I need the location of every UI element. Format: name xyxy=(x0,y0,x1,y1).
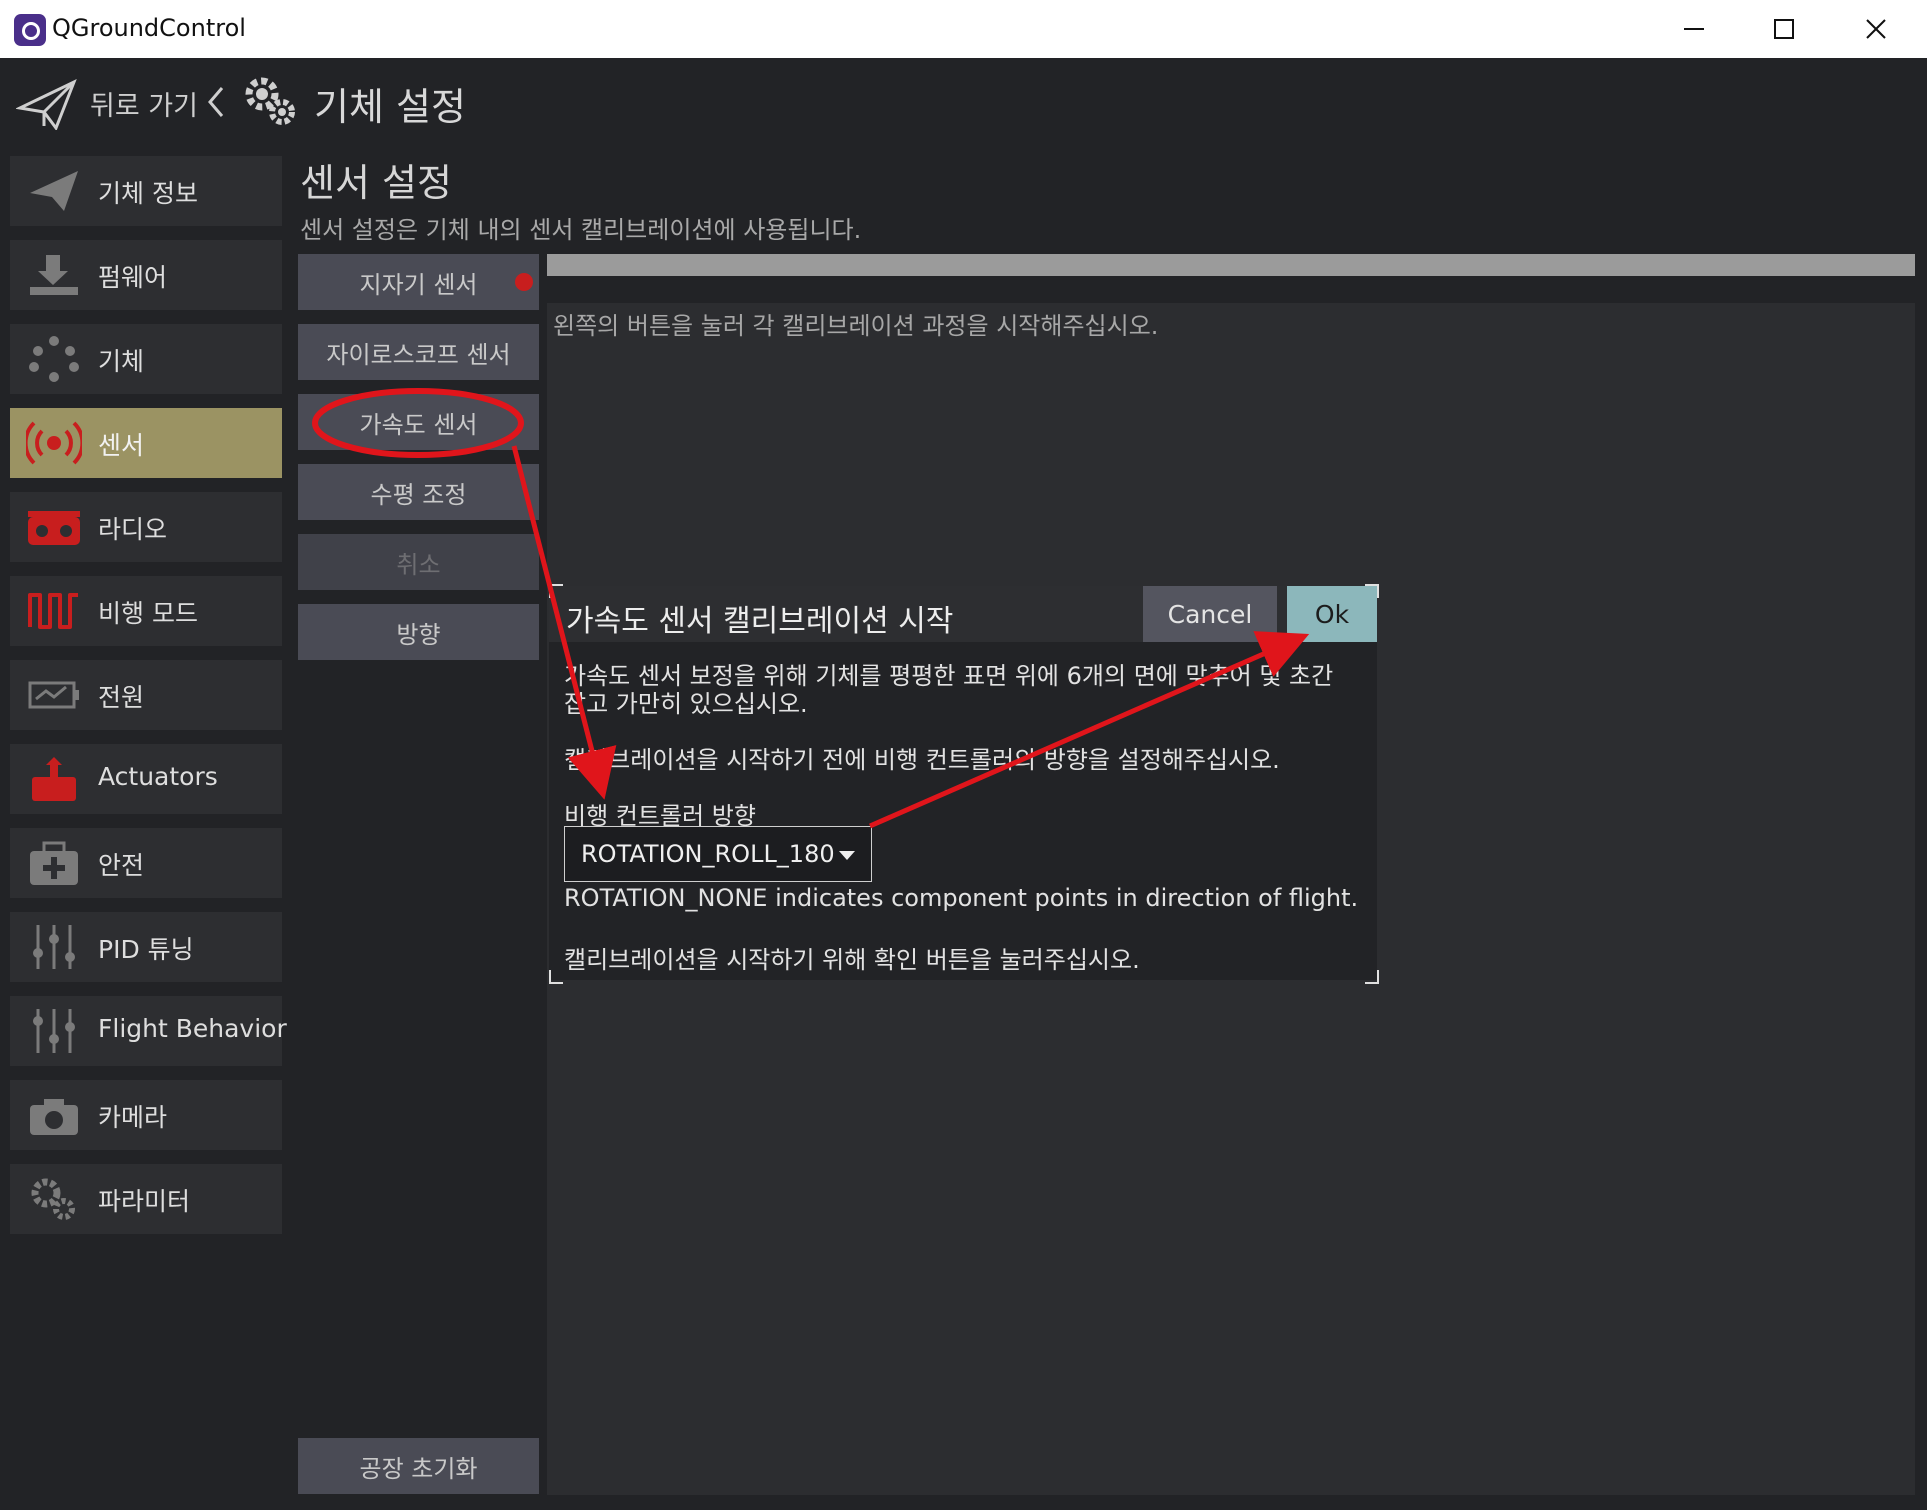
app-logo-icon xyxy=(14,14,46,46)
sidebar-item-flight-modes[interactable]: 비행 모드 xyxy=(10,576,282,646)
radio-icon xyxy=(28,511,80,545)
camera-icon xyxy=(30,1099,78,1135)
window-titlebar xyxy=(0,0,1927,59)
sidebar-item-label: 전원 xyxy=(98,683,145,712)
sidebar-item-airframe[interactable]: 기체 xyxy=(10,324,282,394)
back-label: 뒤로 가기 xyxy=(90,91,198,122)
sidebar-item-label: 비행 모드 xyxy=(98,599,198,628)
gears-icon xyxy=(245,77,295,125)
sidebar-item-label: PID 튜닝 xyxy=(98,935,194,964)
sidebar-item-label: 센서 xyxy=(98,431,145,460)
dialog-corner xyxy=(549,584,563,598)
orientation-button[interactable]: 방향 xyxy=(298,604,539,660)
button-label: 지자기 센서 xyxy=(359,270,478,299)
sidebar-item-power[interactable]: 전원 xyxy=(10,660,282,730)
compass-sensor-button[interactable]: 지자기 센서 xyxy=(298,254,539,310)
maximize-icon xyxy=(1774,19,1794,39)
dialog-ok-button[interactable]: Ok xyxy=(1287,586,1377,642)
sidebar-item-camera[interactable]: 카메라 xyxy=(10,1080,282,1150)
close-button[interactable] xyxy=(1848,6,1904,52)
sidebar-item-radio[interactable]: 라디오 xyxy=(10,492,282,562)
sidebar-item-label: Flight Behavior xyxy=(98,1014,287,1043)
orientation-select[interactable]: ROTATION_ROLL_180 xyxy=(564,826,872,882)
safety-icon xyxy=(30,841,78,885)
dialog-corner xyxy=(549,970,563,984)
dialog-corner xyxy=(1365,970,1379,984)
sidebar-item-pid-tuning[interactable]: PID 튜닝 xyxy=(10,912,282,982)
sidebar-item-safety[interactable]: 안전 xyxy=(10,828,282,898)
sidebar-item-sensors[interactable]: 센서 xyxy=(10,408,282,478)
sidebar-item-label: 기체 정보 xyxy=(98,179,198,208)
button-label: 수평 조정 xyxy=(370,480,467,509)
sidebar-item-firmware[interactable]: 펌웨어 xyxy=(10,240,282,310)
sliders-icon xyxy=(33,1009,75,1053)
button-label: 방향 xyxy=(396,620,441,649)
sidebar-item-label: 파라미터 xyxy=(98,1187,191,1216)
airframe-icon xyxy=(29,336,79,382)
orientation-value: ROTATION_ROLL_180 xyxy=(581,840,835,868)
sidebar-item-vehicle-info[interactable]: 기체 정보 xyxy=(10,156,282,226)
sidebar-item-label: 기체 xyxy=(98,347,145,376)
button-label: 취소 xyxy=(396,550,441,579)
calibration-instruction: 왼쪽의 버튼을 눌러 각 캘리브레이션 과정을 시작해주십시오. xyxy=(553,312,1159,340)
paper-plane-icon xyxy=(16,78,77,130)
factory-reset-button[interactable]: 공장 초기화 xyxy=(298,1438,539,1494)
calibration-progress-bar xyxy=(547,254,1915,276)
sidebar-item-actuators[interactable]: Actuators xyxy=(10,744,282,814)
section-title: 센서 설정 xyxy=(300,161,452,205)
download-icon xyxy=(30,255,78,295)
maximize-button[interactable] xyxy=(1756,6,1812,52)
button-label: 가속도 센서 xyxy=(359,410,478,439)
sidebar-item-label: 펌웨어 xyxy=(98,263,168,292)
gyroscope-sensor-button[interactable]: 자이로스코프 센서 xyxy=(298,324,539,380)
battery-icon xyxy=(28,681,79,709)
level-horizon-button[interactable]: 수평 조정 xyxy=(298,464,539,520)
window-title: QGroundControl xyxy=(52,14,246,42)
orientation-help: ROTATION_NONE indicates component points… xyxy=(564,884,1359,912)
button-label: 공장 초기화 xyxy=(359,1454,478,1483)
dialog-text-line: 캘리브레이션을 시작하기 전에 비행 컨트롤러의 방향을 설정해주십시오. xyxy=(564,746,1280,774)
paper-plane-icon xyxy=(30,171,78,211)
close-icon xyxy=(1866,19,1886,39)
minimize-icon xyxy=(1684,28,1704,30)
sidebar-item-label: 라디오 xyxy=(98,515,168,544)
sidebar-item-parameters[interactable]: 파라미터 xyxy=(10,1164,282,1234)
caret-down-icon xyxy=(839,851,855,860)
accel-calibration-dialog xyxy=(549,586,1377,980)
sidebar-item-label: Actuators xyxy=(98,762,218,791)
dialog-confirm-text: 캘리브레이션을 시작하기 위해 확인 버튼을 눌러주십시오. xyxy=(564,946,1140,974)
dialog-cancel-button[interactable]: Cancel xyxy=(1143,586,1277,642)
sensor-icon xyxy=(26,421,82,465)
actuator-icon xyxy=(32,757,76,801)
sidebar-item-label: 카메라 xyxy=(98,1103,168,1132)
dialog-corner xyxy=(1365,584,1379,598)
minimize-button[interactable] xyxy=(1666,6,1722,52)
accelerometer-sensor-button[interactable]: 가속도 센서 xyxy=(298,394,539,450)
page-title: 기체 설정 xyxy=(314,85,466,129)
flight-mode-icon xyxy=(28,593,78,629)
dialog-text-line: 잡고 가만히 있으십시오. xyxy=(564,690,808,718)
chevron-left-icon xyxy=(208,87,224,117)
sidebar-item-flight-behavior[interactable]: Flight Behavior xyxy=(10,996,287,1066)
dialog-title: 가속도 센서 캘리브레이션 시작 xyxy=(566,604,954,639)
status-indicator xyxy=(515,273,533,291)
gears-icon xyxy=(31,1178,75,1220)
cancel-calibration-button: 취소 xyxy=(298,534,539,590)
section-description: 센서 설정은 기체 내의 센서 캘리브레이션에 사용됩니다. xyxy=(300,216,862,244)
tuning-sliders-icon xyxy=(33,925,75,969)
sidebar-item-label: 안전 xyxy=(98,851,145,880)
button-label: 자이로스코프 센서 xyxy=(326,340,511,369)
